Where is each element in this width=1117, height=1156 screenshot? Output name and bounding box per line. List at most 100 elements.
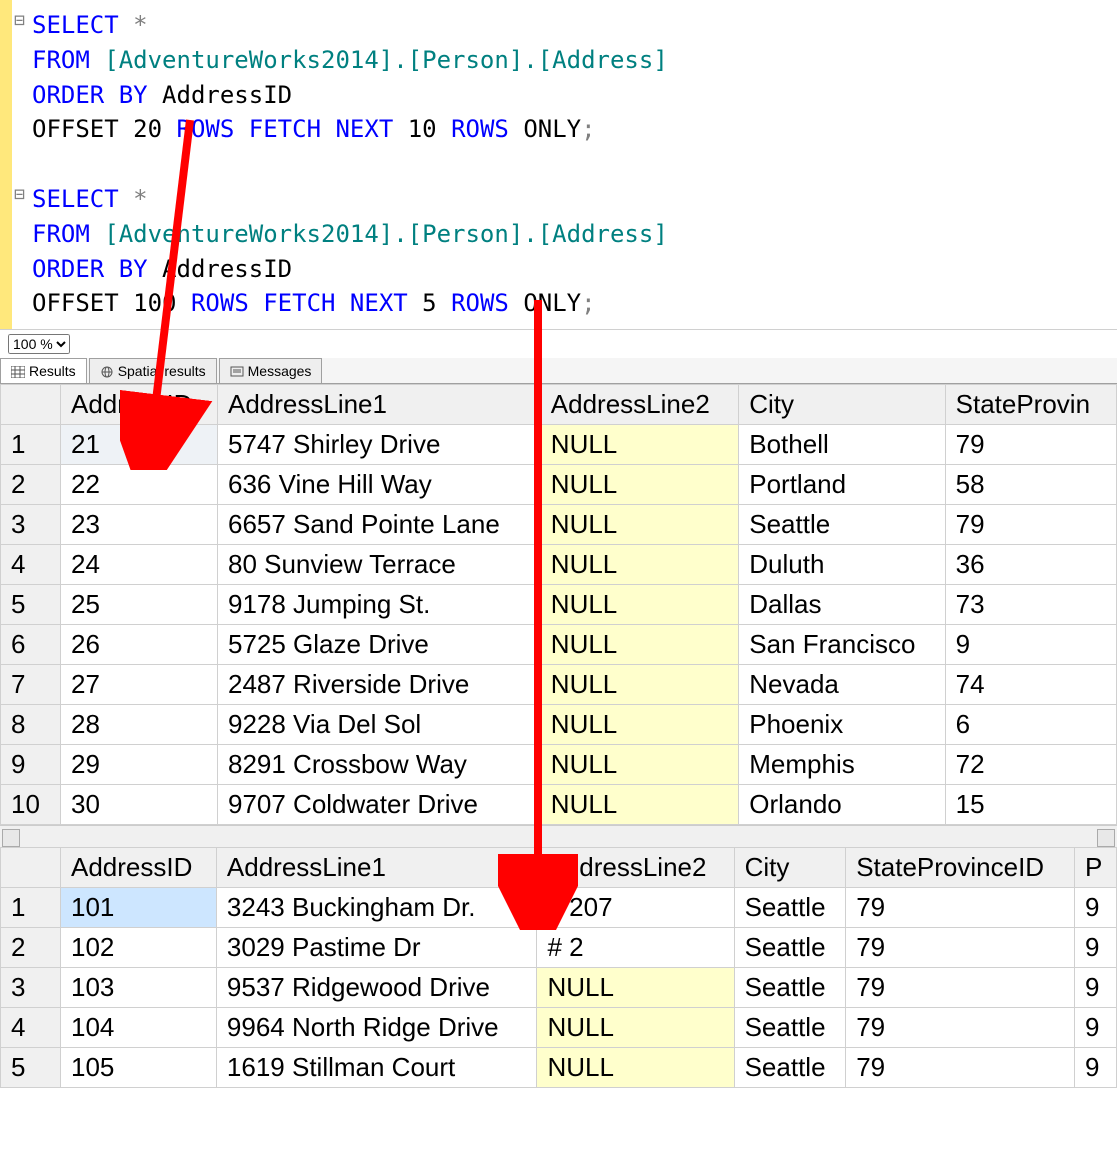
cell-stateprovin[interactable]: 79: [945, 505, 1116, 545]
cell-city[interactable]: Nevada: [739, 665, 945, 705]
cell-stateprovin[interactable]: 74: [945, 665, 1116, 705]
row-number[interactable]: 2: [1, 465, 61, 505]
cell-addressline1[interactable]: 5725 Glaze Drive: [217, 625, 540, 665]
col-city[interactable]: City: [734, 848, 846, 888]
cell-addressline2[interactable]: NULL: [540, 425, 738, 465]
collapse-icon[interactable]: ⊟: [14, 8, 25, 34]
cell-addressline1[interactable]: 8291 Crossbow Way: [217, 745, 540, 785]
cell-addressline1[interactable]: 80 Sunview Terrace: [217, 545, 540, 585]
cell-addressline2[interactable]: NULL: [537, 968, 734, 1008]
row-number[interactable]: 2: [1, 928, 61, 968]
zoom-select[interactable]: 100 %: [8, 334, 70, 354]
cell-addressline1[interactable]: 1619 Stillman Court: [216, 1048, 537, 1088]
row-number[interactable]: 4: [1, 545, 61, 585]
cell-addressline2[interactable]: NULL: [537, 1048, 734, 1088]
cell-addressid[interactable]: 26: [61, 625, 218, 665]
cell-addressline2[interactable]: NULL: [540, 545, 738, 585]
cell-city[interactable]: Bothell: [739, 425, 945, 465]
row-number[interactable]: 5: [1, 585, 61, 625]
table-row[interactable]: 21023029 Pastime Dr# 2Seattle799: [1, 928, 1117, 968]
cell-addressline2[interactable]: NULL: [540, 625, 738, 665]
table-row[interactable]: 51051619 Stillman CourtNULLSeattle799: [1, 1048, 1117, 1088]
table-row[interactable]: 1215747 Shirley DriveNULLBothell79: [1, 425, 1117, 465]
results-grid-1[interactable]: AddressID AddressLine1 AddressLine2 City…: [0, 384, 1117, 825]
collapse-icon[interactable]: ⊟: [14, 182, 25, 208]
row-number[interactable]: 9: [1, 745, 61, 785]
cell-p[interactable]: 9: [1074, 1008, 1116, 1048]
cell-stateprovinceid[interactable]: 79: [846, 928, 1075, 968]
cell-stateprovin[interactable]: 9: [945, 625, 1116, 665]
cell-addressline2[interactable]: # 2: [537, 928, 734, 968]
cell-city[interactable]: Seattle: [739, 505, 945, 545]
table-row[interactable]: 10309707 Coldwater DriveNULLOrlando15: [1, 785, 1117, 825]
cell-addressline1[interactable]: 2487 Riverside Drive: [217, 665, 540, 705]
cell-addressline1[interactable]: 9537 Ridgewood Drive: [216, 968, 537, 1008]
col-addressline1[interactable]: AddressLine1: [217, 385, 540, 425]
cell-addressid[interactable]: 27: [61, 665, 218, 705]
cell-city[interactable]: Seattle: [734, 1048, 846, 1088]
row-number[interactable]: 1: [1, 425, 61, 465]
table-row[interactable]: 42480 Sunview TerraceNULLDuluth36: [1, 545, 1117, 585]
cell-addressid[interactable]: 103: [61, 968, 217, 1008]
cell-stateprovinceid[interactable]: 79: [846, 888, 1075, 928]
row-number[interactable]: 7: [1, 665, 61, 705]
cell-city[interactable]: Seattle: [734, 928, 846, 968]
cell-addressline1[interactable]: 9964 North Ridge Drive: [216, 1008, 537, 1048]
row-number[interactable]: 4: [1, 1008, 61, 1048]
cell-stateprovin[interactable]: 79: [945, 425, 1116, 465]
cell-city[interactable]: Portland: [739, 465, 945, 505]
col-city[interactable]: City: [739, 385, 945, 425]
sql-editor[interactable]: ⊟SELECT * FROM [AdventureWorks2014].[Per…: [0, 0, 1117, 329]
cell-addressline2[interactable]: NULL: [537, 1008, 734, 1048]
table-row[interactable]: 7272487 Riverside DriveNULLNevada74: [1, 665, 1117, 705]
cell-addressline2[interactable]: NULL: [540, 705, 738, 745]
cell-p[interactable]: 9: [1074, 1048, 1116, 1088]
cell-addressid[interactable]: 24: [61, 545, 218, 585]
col-p[interactable]: P: [1074, 848, 1116, 888]
row-number[interactable]: 3: [1, 968, 61, 1008]
table-row[interactable]: 11013243 Buckingham Dr.# 207Seattle799: [1, 888, 1117, 928]
cell-stateprovin[interactable]: 15: [945, 785, 1116, 825]
col-addressline2[interactable]: AddressLine2: [540, 385, 738, 425]
tab-messages[interactable]: Messages: [219, 358, 323, 383]
cell-city[interactable]: Seattle: [734, 1008, 846, 1048]
cell-stateprovinceid[interactable]: 79: [846, 968, 1075, 1008]
cell-city[interactable]: San Francisco: [739, 625, 945, 665]
cell-p[interactable]: 9: [1074, 928, 1116, 968]
row-number[interactable]: 8: [1, 705, 61, 745]
cell-addressid[interactable]: 30: [61, 785, 218, 825]
cell-addressline1[interactable]: 636 Vine Hill Way: [217, 465, 540, 505]
cell-addressline2[interactable]: NULL: [540, 505, 738, 545]
table-row[interactable]: 5259178 Jumping St.NULLDallas73: [1, 585, 1117, 625]
table-row[interactable]: 41049964 North Ridge DriveNULLSeattle799: [1, 1008, 1117, 1048]
cell-stateprovinceid[interactable]: 79: [846, 1008, 1075, 1048]
col-addressid[interactable]: AddressID: [61, 848, 217, 888]
cell-addressid[interactable]: 102: [61, 928, 217, 968]
cell-addressid[interactable]: 21: [61, 425, 218, 465]
cell-addressline1[interactable]: 9707 Coldwater Drive: [217, 785, 540, 825]
cell-stateprovin[interactable]: 58: [945, 465, 1116, 505]
cell-addressid[interactable]: 29: [61, 745, 218, 785]
cell-addressline1[interactable]: 5747 Shirley Drive: [217, 425, 540, 465]
col-stateprovinceid[interactable]: StateProvinceID: [846, 848, 1075, 888]
cell-stateprovin[interactable]: 36: [945, 545, 1116, 585]
table-row[interactable]: 222636 Vine Hill WayNULLPortland58: [1, 465, 1117, 505]
table-row[interactable]: 6265725 Glaze DriveNULLSan Francisco9: [1, 625, 1117, 665]
col-addressline1[interactable]: AddressLine1: [216, 848, 537, 888]
cell-addressid[interactable]: 25: [61, 585, 218, 625]
cell-addressline2[interactable]: NULL: [540, 785, 738, 825]
row-number[interactable]: 5: [1, 1048, 61, 1088]
cell-addressline2[interactable]: NULL: [540, 745, 738, 785]
cell-city[interactable]: Memphis: [739, 745, 945, 785]
horizontal-scrollbar[interactable]: [0, 825, 1117, 847]
cell-city[interactable]: Orlando: [739, 785, 945, 825]
cell-addressid[interactable]: 105: [61, 1048, 217, 1088]
cell-addressline1[interactable]: 9178 Jumping St.: [217, 585, 540, 625]
tab-results[interactable]: Results: [0, 358, 87, 383]
cell-city[interactable]: Seattle: [734, 888, 846, 928]
cell-addressid[interactable]: 23: [61, 505, 218, 545]
table-row[interactable]: 8289228 Via Del SolNULLPhoenix6: [1, 705, 1117, 745]
cell-addressid[interactable]: 28: [61, 705, 218, 745]
col-addressline2[interactable]: AddressLine2: [537, 848, 734, 888]
cell-addressid[interactable]: 22: [61, 465, 218, 505]
